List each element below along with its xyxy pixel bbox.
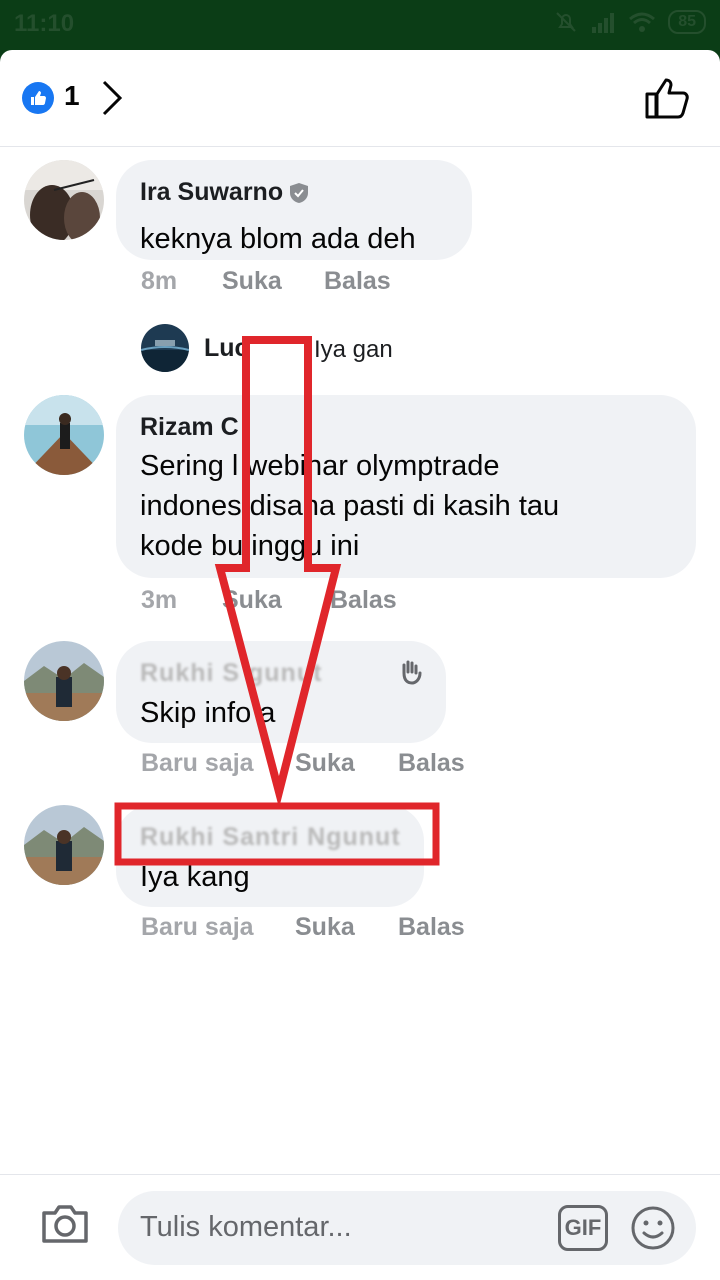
comment-author[interactable]: Rukhi Santri Ngunut — [140, 823, 401, 852]
reply-avatar[interactable] — [141, 324, 189, 372]
comment-time: Baru saja — [141, 749, 254, 777]
like-comment-button[interactable]: Suka — [295, 749, 355, 778]
comment-bubble[interactable]: Rizam C Sering l webinar olymptrade indo… — [116, 395, 696, 578]
comment-text-line: kode bu inggu ini — [140, 530, 360, 562]
reaction-count[interactable]: 1 — [64, 80, 80, 112]
comment-text: Skip info a — [140, 697, 276, 729]
like-comment-button[interactable]: Suka — [295, 913, 355, 942]
reply-comment-button[interactable]: Balas — [398, 913, 465, 942]
comments-sheet: 1 Ira Suwarno keknya blom ada deh 8m Suk… — [0, 50, 720, 1280]
reactions-bar: 1 — [0, 50, 720, 147]
signal-icon — [592, 13, 615, 33]
battery-indicator: 85 — [668, 10, 706, 34]
comment-text: Iya kang — [140, 861, 250, 893]
mute-bell-icon — [556, 12, 576, 32]
emoji-icon[interactable] — [630, 1205, 676, 1251]
reply-comment-button[interactable]: Balas — [398, 749, 465, 778]
like-reaction-icon[interactable] — [22, 82, 54, 114]
status-bar: 11:10 85 — [0, 0, 720, 50]
avatar[interactable] — [24, 805, 104, 885]
comment-bubble[interactable]: Ira Suwarno keknya blom ada deh — [116, 160, 472, 260]
gif-button[interactable]: GIF — [558, 1205, 608, 1251]
reply-text[interactable]: Iya gan — [314, 336, 393, 364]
comment-author[interactable]: Ira Suwarno — [140, 178, 309, 207]
comment-bubble[interactable]: Rukhi S gunut Skip info a — [116, 641, 446, 743]
wave-hand-icon — [402, 660, 422, 685]
camera-icon[interactable] — [40, 1203, 90, 1245]
comment-time: 3m — [141, 586, 178, 614]
comment-input[interactable]: Tulis komentar... GIF — [118, 1191, 696, 1265]
comment-author[interactable]: Rizam C — [140, 413, 239, 442]
reply-comment-button[interactable]: Balas — [330, 586, 397, 615]
verified-badge-icon — [290, 183, 309, 204]
comment-time: 8m — [141, 267, 178, 295]
status-icons: 85 — [554, 10, 706, 34]
avatar[interactable] — [24, 160, 104, 240]
comment-time: Baru saja — [141, 913, 254, 941]
comment-text: keknya blom ada deh — [140, 223, 416, 255]
avatar[interactable] — [24, 641, 104, 721]
like-comment-button[interactable]: Suka — [222, 267, 282, 296]
like-button-icon[interactable] — [644, 76, 690, 120]
comment-author[interactable]: Rukhi S gunut — [140, 659, 322, 688]
reply-author[interactable]: Luc — [204, 334, 248, 363]
avatar[interactable] — [24, 395, 104, 475]
comment-text-line: Sering l webinar olymptrade — [140, 450, 500, 482]
wifi-icon — [629, 12, 656, 32]
comment-bubble[interactable]: Rukhi Santri Ngunut Iya kang — [116, 805, 424, 907]
reply-comment-button[interactable]: Balas — [324, 267, 391, 296]
comment-composer: Tulis komentar... GIF — [0, 1174, 720, 1280]
comment-text-line: indones disana pasti di kasih tau — [140, 490, 560, 522]
status-time: 11:10 — [14, 10, 75, 37]
like-comment-button[interactable]: Suka — [222, 586, 282, 615]
comment-input-placeholder[interactable]: Tulis komentar... — [140, 1211, 352, 1244]
chevron-right-icon[interactable] — [100, 78, 124, 118]
